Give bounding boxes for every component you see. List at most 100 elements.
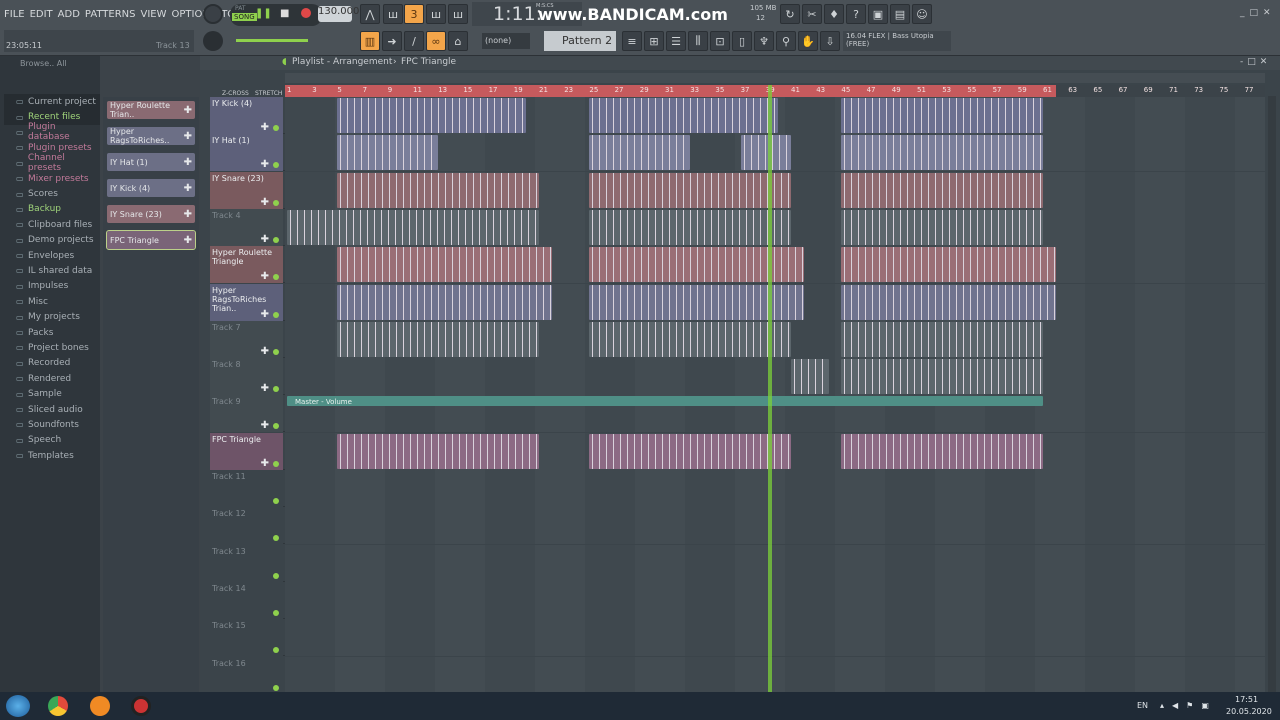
pattern-clip[interactable] (841, 284, 1056, 320)
track-lane[interactable] (285, 208, 1265, 246)
track-header[interactable]: Track 14 (210, 581, 283, 619)
tempo-display[interactable]: 130.000 (318, 6, 359, 22)
track-lane[interactable] (285, 470, 1265, 507)
pattern-clip[interactable] (841, 209, 1043, 245)
menu-file[interactable]: FILE (4, 9, 25, 20)
stop-icon[interactable]: ■ (280, 8, 289, 19)
browser-item[interactable]: ▭ Mixer presets (4, 171, 100, 186)
browser-header[interactable]: Browse.. All (0, 56, 100, 72)
master-pitch-knob[interactable] (203, 31, 223, 51)
track-mute-led[interactable] (273, 535, 279, 542)
countdown-icon[interactable]: 3 (404, 4, 424, 24)
track-mute-led[interactable] (273, 162, 279, 169)
track-lane[interactable] (285, 320, 1265, 358)
picker-item[interactable]: Hyper RagsToRiches.. ✚ (107, 127, 195, 145)
tray-icons[interactable]: ▴◀⚑▣ (1160, 701, 1217, 710)
export-icon[interactable]: ▤ (890, 4, 910, 24)
vertical-scrollbar[interactable] (1268, 96, 1276, 692)
pattern-clip[interactable] (791, 359, 829, 395)
menu-patterns[interactable]: PATTERNS (85, 9, 136, 20)
pattern-clip[interactable] (589, 321, 791, 357)
pattern-clip[interactable] (841, 359, 1043, 395)
master-volume-slider[interactable] (236, 39, 308, 42)
timeline-ruler[interactable]: 1357911131517192123252729313335373941434… (285, 85, 1265, 97)
browser-item[interactable]: ▭ Soundfonts (4, 417, 100, 432)
arrow-icon[interactable]: ➜ (382, 31, 402, 51)
brush-icon[interactable]: / (404, 31, 424, 51)
pattern-none-select[interactable]: (none) (482, 33, 530, 49)
track-lane[interactable] (285, 432, 1265, 470)
track-lane[interactable] (285, 171, 1265, 209)
track-header[interactable]: FPC Triangle ✚ (210, 432, 283, 470)
files-icon[interactable]: ▯ (732, 31, 752, 51)
browser-item[interactable]: ▭ Backup (4, 202, 100, 217)
track-mute-led[interactable] (273, 199, 279, 206)
track-header[interactable]: IY Kick (4) ✚ (210, 97, 283, 134)
wait-input-icon[interactable]: ш (383, 4, 403, 24)
browser-item[interactable]: ▭ Recorded (4, 356, 100, 371)
browser-item[interactable]: ▭ Rendered (4, 371, 100, 386)
track-header[interactable]: IY Hat (1) ✚ (210, 134, 283, 172)
pattern-clip[interactable] (841, 98, 1043, 133)
undo-icon[interactable]: ↻ (780, 4, 800, 24)
playlist-window-icon[interactable]: ≡ (622, 31, 642, 51)
browser-item[interactable]: ▭ Templates (4, 448, 100, 463)
menu-edit[interactable]: EDIT (30, 9, 53, 20)
stretch-toggle[interactable]: STRETCH (255, 90, 282, 97)
playlist-window-controls[interactable]: -□✕ (1240, 57, 1271, 67)
track-header[interactable]: Track 9 ✚ (210, 395, 283, 433)
track-header[interactable]: Hyper RagsToRiches Trian.. ✚ (210, 283, 283, 321)
track-mute-led[interactable] (273, 423, 279, 430)
picker-item[interactable]: Hyper Roulette Trian.. ✚ (107, 101, 195, 119)
help-icon[interactable]: ? (846, 4, 866, 24)
browser-item[interactable]: ▭ Scores (4, 186, 100, 201)
track-mute-led[interactable] (273, 609, 279, 616)
track-lane[interactable] (285, 283, 1265, 321)
chat-icon[interactable]: ☺ (912, 4, 932, 24)
pattern-clip[interactable] (841, 247, 1056, 283)
start-button[interactable] (6, 695, 30, 717)
tempo-tapper-icon[interactable]: ⚲ (776, 31, 796, 51)
browser-item[interactable]: ▭ Sliced audio (4, 402, 100, 417)
track-mute-led[interactable] (273, 498, 279, 504)
news-panel[interactable]: 16.04 FLEX | Bass Utopia (FREE) (843, 31, 951, 51)
track-mute-led[interactable] (273, 311, 279, 318)
track-mute-led[interactable] (273, 647, 279, 654)
pattern-clip[interactable] (589, 172, 791, 208)
pattern-clip[interactable] (337, 247, 552, 283)
track-mute-led[interactable] (273, 684, 279, 691)
chrome-icon[interactable] (48, 696, 68, 716)
metronome-icon[interactable]: ⋀ (360, 4, 380, 24)
browser-item[interactable]: ▭ Demo projects (4, 233, 100, 248)
track-mute-led[interactable] (273, 125, 279, 131)
track-mute-led[interactable] (273, 274, 279, 281)
pause-icon[interactable]: ❚❚ (255, 8, 272, 19)
track-mute-led[interactable] (273, 460, 279, 467)
track-lane[interactable] (285, 507, 1265, 545)
horizontal-scrollbar[interactable] (285, 73, 1265, 83)
picker-item[interactable]: FPC Triangle ✚ (106, 230, 196, 250)
browser-item[interactable]: ▭ Sample (4, 386, 100, 401)
typing-keyboard-icon[interactable]: ⌂ (448, 31, 468, 51)
pattern-clip[interactable] (287, 209, 539, 245)
track-header[interactable]: Track 11 (210, 470, 283, 507)
pattern-clip[interactable] (740, 135, 791, 171)
pattern-clip[interactable] (589, 433, 791, 469)
download-icon[interactable]: ⇩ (820, 31, 840, 51)
master-volume-knob[interactable] (203, 4, 223, 24)
track-header[interactable]: Track 7 ✚ (210, 320, 283, 358)
pattern-clip[interactable] (841, 135, 1043, 171)
clock-date[interactable]: 20.05.2020 (1226, 707, 1272, 716)
fl-studio-icon[interactable] (90, 696, 110, 716)
time-display[interactable]: 1:11: (493, 3, 542, 25)
language-indicator[interactable]: EN (1137, 701, 1148, 710)
pattern-clip[interactable] (337, 98, 527, 133)
track-lane[interactable] (285, 656, 1265, 694)
pattern-selector[interactable]: Pattern 2 (544, 31, 616, 51)
browser-item[interactable]: ▭ Packs (4, 325, 100, 340)
loop-record-icon[interactable]: ш (448, 4, 468, 24)
browser-item[interactable]: ▭ Channel presets (4, 153, 100, 173)
track-lane[interactable]: Master - Volume (285, 395, 1265, 433)
pat-mode-button[interactable]: PAT (235, 5, 246, 12)
pattern-clip[interactable] (589, 209, 791, 245)
